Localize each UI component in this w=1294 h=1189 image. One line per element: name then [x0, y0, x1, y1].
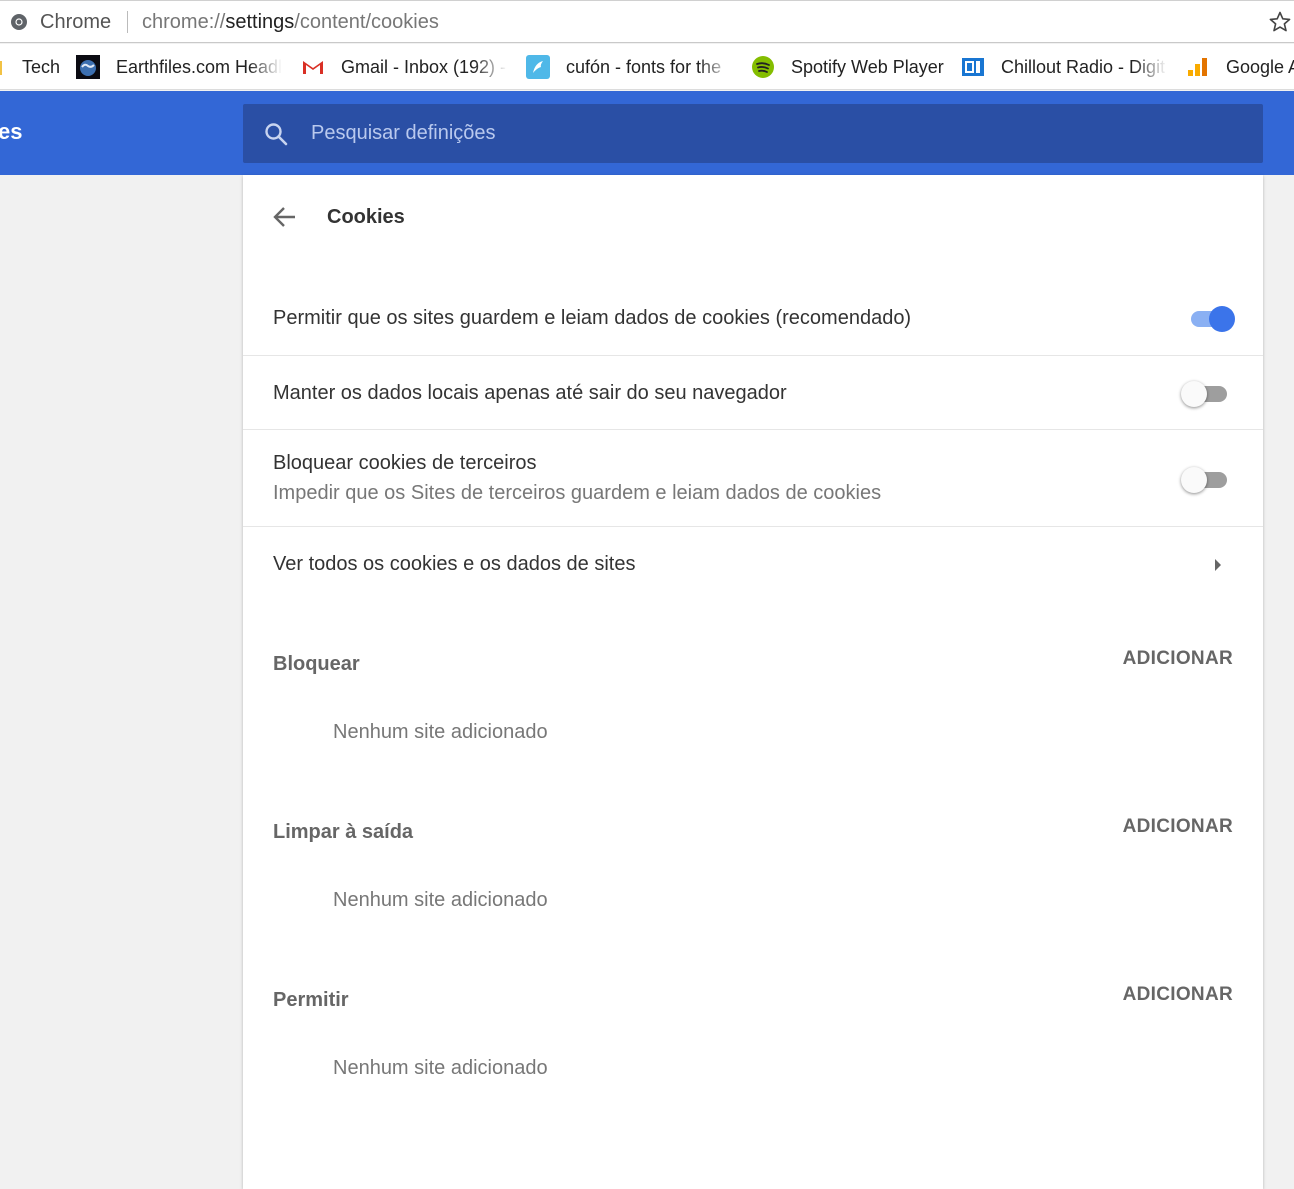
bookmark-spotify[interactable]: Spotify Web Player — [751, 44, 944, 89]
di-radio-icon — [961, 55, 985, 79]
section-title-clear-on-exit: Limpar à saída — [273, 821, 414, 843]
arrow-right-icon — [1215, 559, 1221, 571]
setting-sublabel: Impedir que os Sites de terceiros guarde… — [273, 482, 882, 504]
search-icon — [265, 123, 288, 146]
bookmark-chillout-radio[interactable]: Chillout Radio - Digit — [961, 44, 1167, 89]
bookmark-google-analytics[interactable]: Google A — [1186, 44, 1294, 89]
setting-label: Permitir que os sites guardem e leiam da… — [273, 307, 912, 329]
cookies-settings-card: Cookies Permitir que os sites guardem e … — [243, 175, 1263, 1189]
empty-list-text: Nenhum site adicionado — [333, 889, 548, 911]
empty-list-text: Nenhum site adicionado — [333, 1057, 548, 1079]
back-arrow-icon[interactable] — [271, 203, 299, 231]
url-scheme: chrome:// — [142, 11, 226, 33]
earthfiles-icon — [76, 55, 100, 79]
settings-header: es — [0, 91, 1294, 175]
toggle-allow-cookies[interactable] — [1187, 306, 1235, 332]
bookmark-gmail[interactable]: Gmail - Inbox (192) - — [301, 44, 507, 89]
settings-search[interactable] — [243, 104, 1263, 163]
address-bar[interactable]: chrome://settings/content/cookies — [142, 11, 439, 34]
google-analytics-icon — [1186, 55, 1210, 79]
omnibox-separator — [127, 11, 128, 33]
bookmark-tech[interactable]: Tech — [0, 44, 60, 89]
setting-row-keep-local-data[interactable]: Manter os dados locais apenas até sair d… — [243, 355, 1263, 429]
section-title-block: Bloquear — [273, 653, 360, 675]
toggle-keep-local-data[interactable] — [1181, 381, 1227, 407]
setting-label: Manter os dados locais apenas até sair d… — [273, 382, 787, 404]
bookmarks-bar: Tech Earthfiles.com Headl Gmail - Inbox … — [0, 44, 1294, 90]
gmail-icon — [301, 55, 325, 79]
view-all-cookies-row[interactable]: Ver todos os cookies e os dados de sites — [243, 526, 1263, 602]
search-input[interactable] — [311, 118, 1211, 148]
cufon-icon — [526, 55, 550, 79]
add-clear-on-exit-button[interactable]: ADICIONAR — [1123, 816, 1233, 838]
omnibox: Chrome chrome://settings/content/cookies — [0, 0, 1294, 43]
add-allow-button[interactable]: ADICIONAR — [1123, 984, 1233, 1006]
spotify-icon — [751, 55, 775, 79]
add-block-button[interactable]: ADICIONAR — [1123, 648, 1233, 670]
settings-title: es — [0, 119, 23, 144]
view-all-label: Ver todos os cookies e os dados de sites — [273, 553, 636, 575]
bookmark-earthfiles[interactable]: Earthfiles.com Headl — [76, 44, 282, 89]
empty-list-text: Nenhum site adicionado — [333, 721, 548, 743]
page-title: Cookies — [327, 206, 405, 228]
chrome-icon — [11, 14, 27, 30]
bookmark-cufon[interactable]: cufón - fonts for the — [526, 44, 732, 89]
setting-label: Bloquear cookies de terceiros — [273, 452, 537, 474]
section-title-allow: Permitir — [273, 989, 349, 1011]
url-path: /content/cookies — [294, 11, 439, 33]
browser-name-label: Chrome — [40, 11, 112, 33]
url-host: settings — [225, 11, 295, 33]
bookmark-star-icon[interactable] — [1268, 10, 1292, 34]
toggle-block-third-party[interactable] — [1181, 467, 1227, 493]
folder-icon — [0, 55, 2, 79]
setting-row-block-third-party[interactable]: Bloquear cookies de terceiros Impedir qu… — [243, 429, 1263, 526]
setting-row-allow-cookies[interactable]: Permitir que os sites guardem e leiam da… — [243, 283, 1263, 355]
